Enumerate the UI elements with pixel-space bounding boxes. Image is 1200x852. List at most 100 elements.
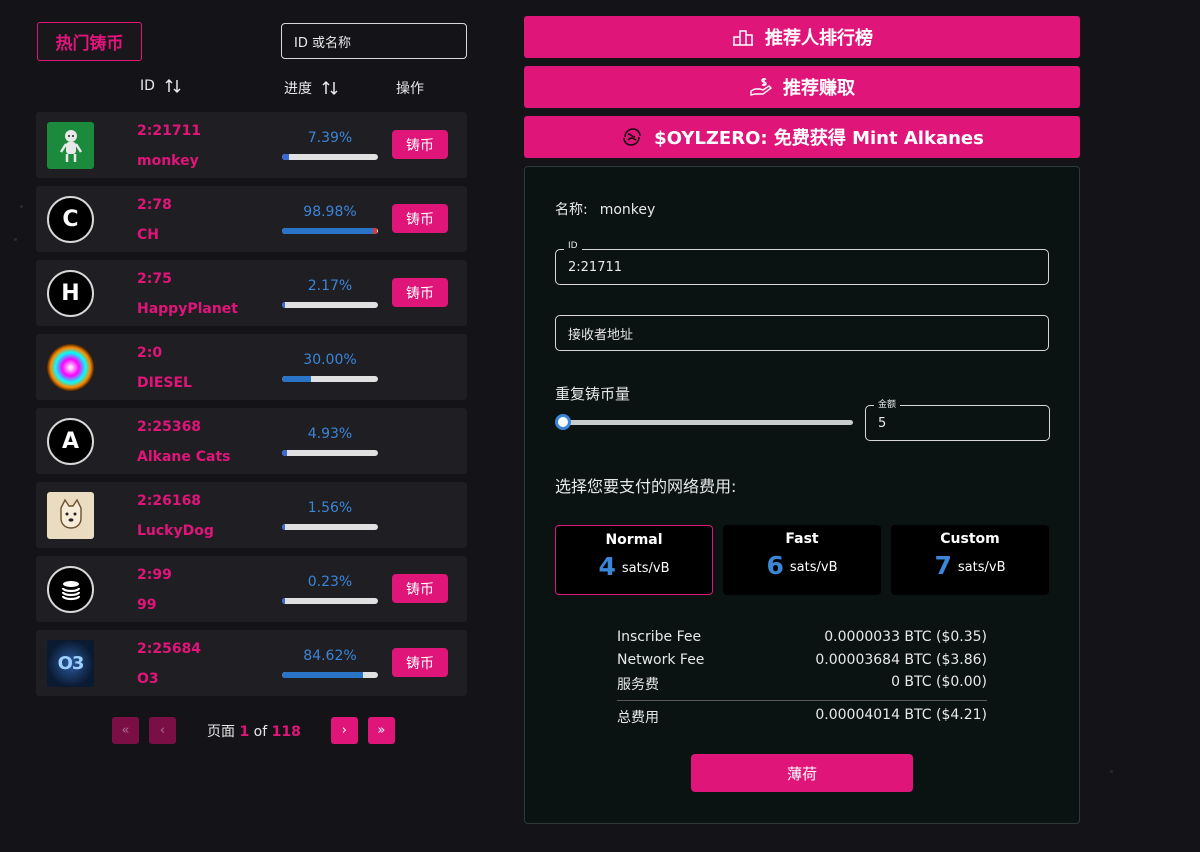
summary-value: 0.0000033 BTC ($0.35) <box>824 629 987 645</box>
id-field[interactable]: ID 2:21711 <box>555 241 1049 285</box>
token-id: 2:0 <box>137 345 163 361</box>
progress-bar <box>282 228 378 234</box>
token-id: 2:25684 <box>137 641 202 657</box>
repeat-slider-track[interactable] <box>563 420 853 425</box>
progress-bar-fill <box>282 450 287 456</box>
background-dot <box>20 205 23 208</box>
fee-summary: Inscribe Fee 0.0000033 BTC ($0.35) Netwo… <box>617 629 987 729</box>
token-row[interactable]: H 2:75 HappyPlanet 2.17% 铸币 <box>36 260 467 326</box>
mint-button[interactable]: 铸币 <box>392 204 448 233</box>
token-name: CH <box>137 227 159 243</box>
avatar-letter: A <box>61 429 80 454</box>
token-row[interactable]: 2:21711 monkey 7.39% 铸币 <box>36 112 467 178</box>
background-dot <box>14 238 17 241</box>
fee-option-fast[interactable]: Fast 6 sats/vB <box>723 525 881 595</box>
first-page-button[interactable]: « <box>112 717 139 744</box>
background-dot <box>1110 770 1113 773</box>
fee-option-normal[interactable]: Normal 4 sats/vB <box>555 525 713 595</box>
podium-icon <box>733 30 753 46</box>
progress-bar <box>282 302 378 308</box>
progress-bar <box>282 450 378 456</box>
token-row[interactable]: A 2:25368 Alkane Cats 4.93% <box>36 408 467 474</box>
progress-bar <box>282 524 378 530</box>
amount-input[interactable]: 金额 5 <box>865 397 1050 441</box>
total-label: 总费用 <box>617 709 659 726</box>
fee-option-rate: 7 <box>934 551 952 580</box>
receiver-address-input[interactable]: 接收者地址 <box>555 315 1049 351</box>
fee-option-custom[interactable]: Custom 7 sats/vB <box>891 525 1049 595</box>
hot-mints-title[interactable]: 热门铸币 <box>37 22 142 61</box>
mint-button[interactable]: 铸币 <box>392 574 448 603</box>
progress-bar <box>282 672 378 678</box>
oylzero-button[interactable]: $OYLZERO: 免费获得 Mint Alkanes <box>524 116 1080 158</box>
mint-button[interactable]: 铸币 <box>392 278 448 307</box>
token-name: DIESEL <box>137 375 192 391</box>
progress-column-header[interactable]: 进度 <box>284 78 338 98</box>
page-prefix: 页面 <box>207 723 235 740</box>
mint-button[interactable]: 铸币 <box>392 130 448 159</box>
summary-row-total: 总费用 0.00004014 BTC ($4.21) <box>617 707 987 730</box>
name-label: 名称: <box>555 202 588 218</box>
fee-select-title: 选择您要支付的网络费用: <box>555 477 737 496</box>
fee-option-unit: sats/vB <box>957 560 1006 575</box>
prev-page-button[interactable]: ‹ <box>149 717 176 744</box>
fee-option-name: Normal <box>605 532 663 548</box>
token-name-line: 名称: monkey <box>555 199 655 219</box>
amount-legend: 金额 <box>874 397 901 410</box>
dog-icon <box>47 492 94 539</box>
sort-icon[interactable] <box>322 80 338 96</box>
avatar-letter: C <box>62 207 79 232</box>
mint-button[interactable]: 铸币 <box>392 648 448 677</box>
next-page-button[interactable]: › <box>330 717 358 744</box>
search-input[interactable]: ID 或名称 <box>281 23 467 59</box>
progress-bar-fill <box>282 672 364 678</box>
progress-percent: 1.56% <box>307 500 353 516</box>
fee-option-rate: 6 <box>766 551 784 580</box>
fee-option-unit: sats/vB <box>621 561 670 576</box>
progress-percent: 2.17% <box>307 278 353 294</box>
token-row[interactable]: 2:26168 LuckyDog 1.56% <box>36 482 467 548</box>
summary-label: 服务费 <box>617 677 659 693</box>
token-id: 2:78 <box>137 197 172 213</box>
sort-icon[interactable] <box>165 78 181 94</box>
progress-percent: 7.39% <box>307 130 353 146</box>
token-name: LuckyDog <box>137 523 214 539</box>
letter-h-icon: H <box>47 270 94 317</box>
token-row[interactable]: 2:99 99 0.23% 铸币 <box>36 556 467 622</box>
token-name: 99 <box>137 597 157 613</box>
progress-bar-tip <box>373 228 378 234</box>
referral-earn-button[interactable]: 推荐赚取 <box>524 66 1080 108</box>
id-column-header[interactable]: ID <box>140 78 181 94</box>
mint-submit-button[interactable]: 薄荷 <box>691 754 913 792</box>
token-row[interactable]: 2:0 DIESEL 30.00% <box>36 334 467 400</box>
id-field-legend: ID <box>564 241 582 251</box>
progress-bar-fill <box>282 598 285 604</box>
avatar-letter: H <box>61 281 80 306</box>
o3-icon: O3 <box>47 640 94 687</box>
receiver-address-placeholder: 接收者地址 <box>568 327 634 343</box>
progress-bar-fill <box>282 524 285 530</box>
last-page-button[interactable]: » <box>367 717 395 744</box>
token-row[interactable]: O3 2:25684 O3 84.62% 铸币 <box>36 630 467 696</box>
summary-row-service: 服务费 0 BTC ($0.00) <box>617 674 987 697</box>
progress-percent: 4.93% <box>307 426 353 442</box>
progress-bar <box>282 598 378 604</box>
id-field-value: 2:21711 <box>568 259 623 275</box>
repeat-slider-handle[interactable] <box>555 414 571 430</box>
page-indicator: 页面 1 of 118 <box>207 721 301 741</box>
current-page: 1 <box>239 723 250 740</box>
leaderboard-button[interactable]: 推荐人排行榜 <box>524 16 1080 58</box>
leaderboard-label: 推荐人排行榜 <box>765 28 873 49</box>
progress-bar <box>282 154 378 160</box>
hand-money-icon <box>750 78 773 96</box>
progress-column-label: 进度 <box>284 81 312 97</box>
token-id: 2:26168 <box>137 493 202 509</box>
summary-label: Inscribe Fee <box>617 629 702 645</box>
pagination: « ‹ 页面 1 of 118 › » <box>112 717 395 744</box>
summary-row-inscribe: Inscribe Fee 0.0000033 BTC ($0.35) <box>617 629 987 652</box>
repeat-mint-label: 重复铸币量 <box>555 385 631 403</box>
action-column-label: 操作 <box>396 81 424 97</box>
token-name: Alkane Cats <box>137 449 231 465</box>
token-row[interactable]: C 2:78 CH 98.98% 铸币 <box>36 186 467 252</box>
summary-label: Network Fee <box>617 651 705 668</box>
